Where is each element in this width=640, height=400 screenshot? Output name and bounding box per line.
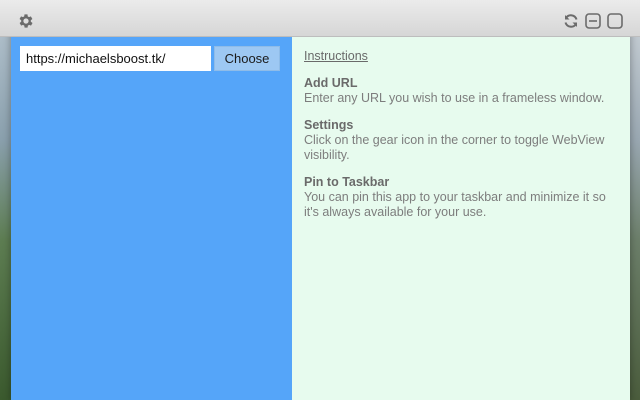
instruction-section-pin-to-taskbar: Pin to Taskbar You can pin this app to y… [304,175,622,220]
instructions-link[interactable]: Instructions [304,49,368,64]
section-body: Click on the gear icon in the corner to … [304,133,605,162]
choose-button[interactable]: Choose [214,46,280,71]
desktop-background-right [630,0,640,400]
webview-pane: Choose [11,37,292,400]
section-title: Settings [304,118,354,132]
gear-icon[interactable] [17,12,35,30]
main-content: Choose Instructions Add URL Enter any UR… [11,37,630,400]
window-controls [563,13,623,29]
section-title: Pin to Taskbar [304,175,390,189]
section-body: Enter any URL you wish to use in a frame… [304,91,605,105]
instruction-section-settings: Settings Click on the gear icon in the c… [304,118,622,163]
section-body: You can pin this app to your taskbar and… [304,190,606,219]
url-bar: Choose [20,46,280,71]
refresh-icon[interactable] [563,13,579,29]
instruction-section-add-url: Add URL Enter any URL you wish to use in… [304,76,622,106]
app-window: Choose Instructions Add URL Enter any UR… [0,0,640,400]
minimize-icon[interactable] [585,13,601,29]
maximize-icon[interactable] [607,13,623,29]
instructions-pane: Instructions Add URL Enter any URL you w… [292,37,630,400]
section-title: Add URL [304,76,358,90]
title-bar[interactable] [0,0,640,37]
url-input[interactable] [20,46,211,71]
